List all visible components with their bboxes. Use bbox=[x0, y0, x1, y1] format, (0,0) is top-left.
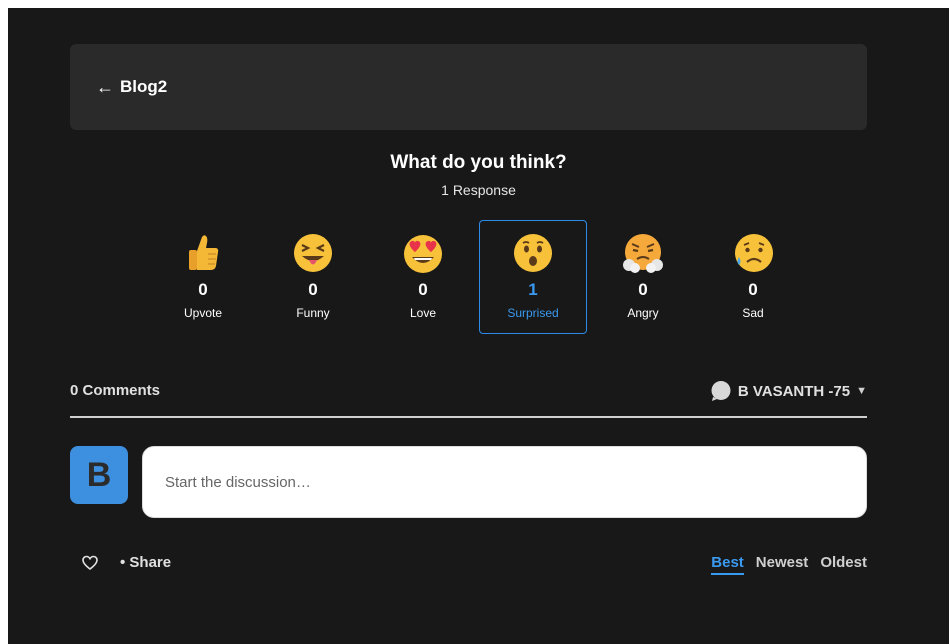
sort-tabs: Best Newest Oldest bbox=[711, 554, 867, 575]
reaction-count: 1 bbox=[528, 280, 538, 299]
angry-face-icon bbox=[623, 234, 663, 273]
reaction-count: 0 bbox=[638, 280, 648, 299]
footer-actions: • Share bbox=[82, 554, 171, 571]
reaction-label: Upvote bbox=[183, 306, 223, 320]
blog-header: ← Blog2 bbox=[70, 44, 867, 130]
reaction-label: Love bbox=[409, 306, 437, 320]
reaction-count: 0 bbox=[198, 280, 208, 299]
comments-count: 0 Comments bbox=[70, 382, 161, 399]
reaction-label: Angry bbox=[627, 306, 659, 320]
reaction-label: Surprised bbox=[507, 306, 559, 320]
comments-bar: 0 Comments B VASANTH -75 ▼ bbox=[70, 378, 867, 418]
user-menu[interactable]: B VASANTH -75 ▼ bbox=[710, 380, 867, 402]
avatar: B bbox=[70, 446, 128, 504]
sort-best[interactable]: Best bbox=[711, 554, 744, 575]
sad-face-icon bbox=[735, 234, 773, 272]
reactions-row: 0 Upvote 0 Funny 0 Love 1 Surprised 0 An… bbox=[149, 220, 807, 336]
heart-eyes-face-icon bbox=[404, 235, 442, 273]
sort-newest[interactable]: Newest bbox=[756, 554, 809, 575]
heart-icon[interactable] bbox=[82, 555, 98, 571]
reaction-label: Funny bbox=[296, 306, 330, 320]
comments-widget: ← Blog2 What do you think? 1 Response 0 … bbox=[8, 8, 949, 644]
caret-down-icon: ▼ bbox=[856, 385, 867, 397]
reaction-label: Sad bbox=[742, 306, 764, 320]
reaction-count: 0 bbox=[748, 280, 758, 299]
back-link[interactable]: ← Blog2 bbox=[96, 77, 167, 98]
reaction-funny[interactable]: 0 Funny bbox=[259, 220, 367, 334]
chat-bubble-icon bbox=[711, 381, 731, 401]
reactions-question: What do you think? bbox=[390, 152, 567, 173]
share-button[interactable]: • Share bbox=[120, 554, 171, 571]
responses-count: 1 Response bbox=[441, 182, 516, 198]
laughing-face-icon bbox=[294, 234, 332, 272]
reaction-love[interactable]: 0 Love bbox=[369, 220, 477, 334]
back-label: Blog2 bbox=[120, 77, 168, 96]
thumbs-up-icon bbox=[189, 235, 219, 270]
surprised-face-icon bbox=[514, 234, 552, 272]
reaction-upvote[interactable]: 0 Upvote bbox=[149, 220, 257, 334]
user-name: B VASANTH -75 bbox=[737, 382, 851, 400]
sort-oldest[interactable]: Oldest bbox=[820, 554, 867, 575]
back-arrow-icon: ← bbox=[96, 76, 114, 97]
reaction-count: 0 bbox=[308, 280, 318, 299]
reaction-count: 0 bbox=[418, 280, 428, 299]
reaction-angry[interactable]: 0 Angry bbox=[589, 220, 697, 334]
reaction-sad[interactable]: 0 Sad bbox=[699, 220, 807, 334]
discussion-input[interactable] bbox=[142, 446, 867, 518]
reaction-surprised[interactable]: 1 Surprised bbox=[479, 220, 587, 334]
